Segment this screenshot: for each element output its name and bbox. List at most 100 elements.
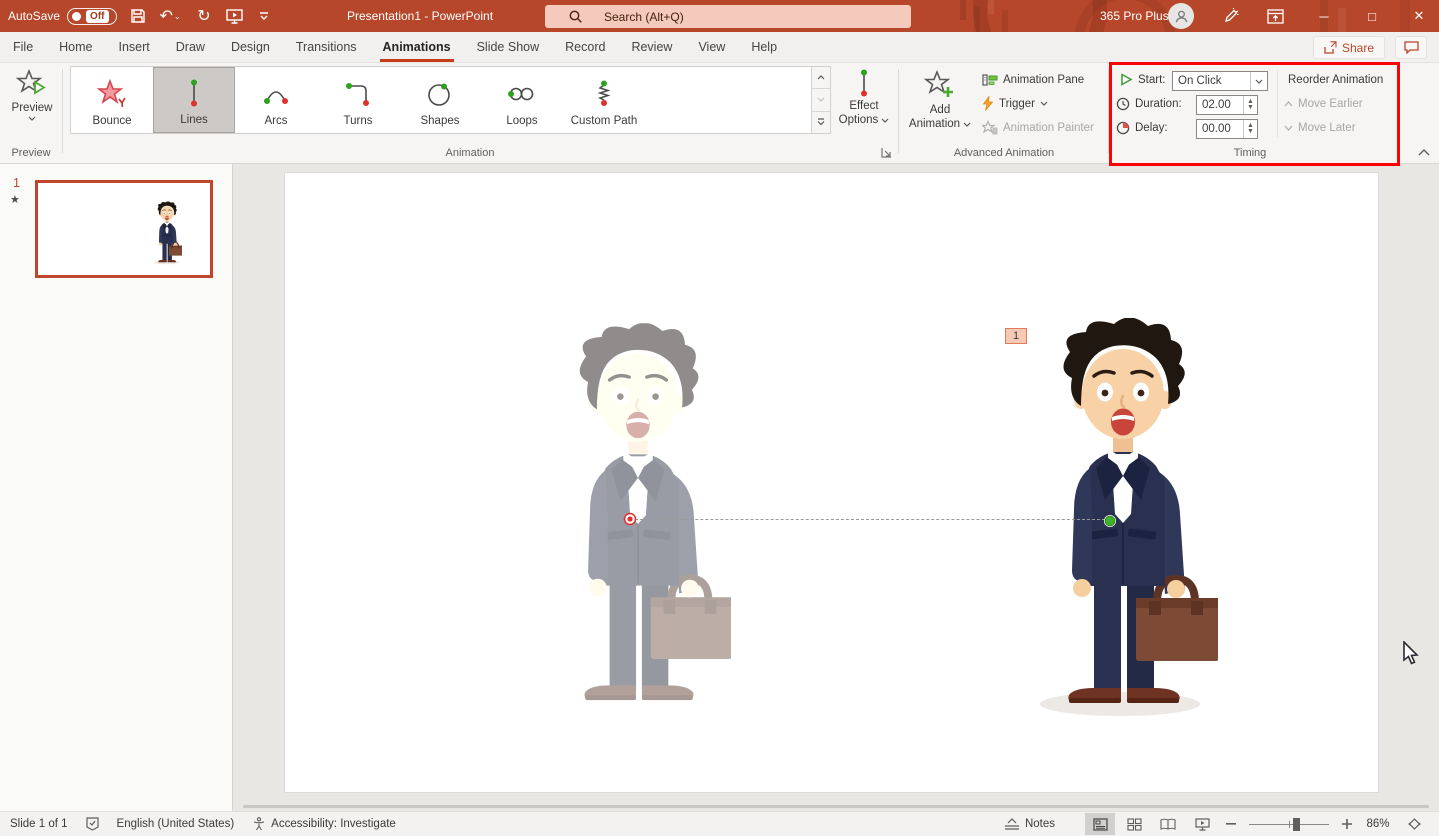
close-button[interactable]: ✕ [1399, 0, 1439, 32]
motion-path-end-point[interactable] [623, 512, 637, 526]
tab-file[interactable]: File [0, 32, 46, 62]
slide-editor-area[interactable]: 1 [233, 164, 1439, 811]
zoom-level[interactable]: 86% [1361, 818, 1395, 830]
normal-view-button[interactable] [1085, 813, 1115, 835]
search-input[interactable]: Search (Alt+Q) [545, 5, 911, 28]
gallery-item-custom-path[interactable]: Custom Path [563, 67, 645, 133]
gallery-item-loops[interactable]: Loops [481, 67, 563, 133]
start-dropdown[interactable]: On Click [1172, 71, 1268, 91]
undo-button[interactable]: ↶⌄ [153, 0, 187, 32]
add-animation-label-2: Animation [909, 118, 960, 130]
zoom-slider-thumb[interactable] [1293, 818, 1300, 831]
slide-show-view-button[interactable] [1187, 813, 1217, 835]
comment-icon [1404, 41, 1419, 54]
move-later-button[interactable]: Move Later [1284, 122, 1356, 134]
customize-quick-access-button[interactable] [251, 0, 277, 32]
slide-sorter-view-button[interactable] [1119, 813, 1149, 835]
collapse-ribbon-button[interactable] [1418, 147, 1430, 159]
zoom-slider[interactable] [1249, 824, 1329, 825]
motion-path-start-point[interactable] [1103, 514, 1117, 528]
language-button[interactable]: English (United States) [117, 818, 235, 830]
gallery-scroll-up-button[interactable] [812, 67, 830, 89]
trigger-button[interactable]: Trigger [982, 96, 1048, 111]
chevron-up-icon [817, 75, 825, 80]
animation-indicator-star-icon[interactable]: ★ [10, 193, 20, 206]
minimize-button[interactable]: ─ [1304, 0, 1344, 32]
tab-animations[interactable]: Animations [370, 32, 464, 62]
businessman-figure[interactable] [1028, 318, 1218, 718]
reading-view-button[interactable] [1153, 813, 1183, 835]
zoom-in-button[interactable] [1337, 813, 1357, 835]
tab-transitions[interactable]: Transitions [283, 32, 370, 62]
undo-icon: ↶ [159, 6, 172, 26]
accessibility-label: Accessibility: Investigate [271, 818, 396, 830]
gallery-item-bounce[interactable]: Bounce [71, 67, 153, 133]
notes-button[interactable]: Notes [1004, 818, 1055, 830]
tab-insert[interactable]: Insert [106, 32, 163, 62]
gallery-label-bounce: Bounce [92, 115, 131, 127]
gallery-item-lines[interactable]: Lines [153, 67, 235, 133]
tab-design[interactable]: Design [218, 32, 283, 62]
gallery-item-shapes[interactable]: Shapes [399, 67, 481, 133]
ribbon-display-options-button[interactable] [1262, 0, 1288, 32]
timing-group-label: Timing [1180, 147, 1320, 159]
animation-pane-label: Animation Pane [1003, 74, 1084, 86]
comments-button[interactable] [1395, 36, 1427, 59]
add-animation-button[interactable]: Add Animation [906, 68, 974, 130]
slide-info[interactable]: Slide 1 of 1 [10, 818, 68, 830]
slide-sorter-icon [1127, 818, 1142, 831]
accessibility-button[interactable]: Accessibility: Investigate [252, 817, 396, 831]
horizontal-scrollbar[interactable] [243, 805, 1429, 808]
autosave-state: Off [86, 10, 108, 23]
dialog-launcher-icon [881, 147, 892, 158]
custom-path-icon [587, 77, 621, 111]
start-slideshow-button[interactable] [221, 0, 247, 32]
animation-pane-button[interactable]: Animation Pane [982, 73, 1084, 87]
share-button[interactable]: Share [1313, 36, 1385, 59]
motion-path-line[interactable] [630, 519, 1110, 520]
effect-options-button[interactable]: Effect Options [836, 68, 892, 126]
zoom-out-button[interactable] [1221, 813, 1241, 835]
gallery-more-button[interactable] [812, 112, 830, 133]
preview-button[interactable]: Preview [8, 68, 56, 121]
chevron-down-icon [1040, 101, 1048, 106]
animation-painter-button[interactable]: Animation Painter [982, 120, 1094, 135]
thumbnail-businessman [152, 201, 182, 265]
account-avatar[interactable] [1168, 0, 1194, 32]
move-earlier-button[interactable]: Move Earlier [1284, 98, 1363, 110]
tab-home[interactable]: Home [46, 32, 105, 62]
ribbon-display-icon [1267, 9, 1284, 24]
autosave-toggle[interactable]: AutoSave Off [8, 0, 117, 32]
tab-slide-show[interactable]: Slide Show [464, 32, 553, 62]
start-dropdown-arrow[interactable] [1250, 72, 1267, 90]
tab-view[interactable]: View [685, 32, 738, 62]
maximize-button[interactable]: □ [1352, 0, 1392, 32]
redo-button[interactable]: ↻ [191, 0, 217, 32]
gallery-item-turns[interactable]: Turns [317, 67, 399, 133]
slide-1-thumbnail[interactable] [35, 180, 213, 278]
gallery-item-arcs[interactable]: Arcs [235, 67, 317, 133]
tab-help[interactable]: Help [738, 32, 790, 62]
tab-draw[interactable]: Draw [163, 32, 218, 62]
chevron-down-icon [1284, 125, 1293, 131]
more-commands-icon [258, 10, 270, 22]
duration-spinner[interactable]: 02.00 ▲▼ [1196, 95, 1258, 115]
duration-spin-buttons[interactable]: ▲▼ [1243, 96, 1257, 114]
gallery-scroll-down-button[interactable] [812, 89, 830, 111]
tab-review[interactable]: Review [618, 32, 685, 62]
account-label: 365 Pro Plus [1100, 0, 1169, 32]
animation-painter-icon [982, 120, 998, 135]
spell-check-button[interactable] [86, 817, 99, 831]
gallery-label-custom-path: Custom Path [571, 115, 637, 127]
delay-spinner[interactable]: 00.00 ▲▼ [1196, 119, 1258, 139]
notes-icon [1004, 818, 1020, 830]
animation-dialog-launcher[interactable] [881, 147, 892, 161]
save-button[interactable] [125, 0, 151, 32]
delay-spin-buttons[interactable]: ▲▼ [1243, 120, 1257, 138]
fit-to-window-button[interactable] [1399, 813, 1429, 835]
tab-record[interactable]: Record [552, 32, 618, 62]
effect-options-label-2: Options [839, 114, 879, 126]
animation-order-badge[interactable]: 1 [1005, 328, 1027, 344]
ink-button[interactable] [1218, 0, 1244, 32]
slide-number: 1 [13, 176, 20, 190]
